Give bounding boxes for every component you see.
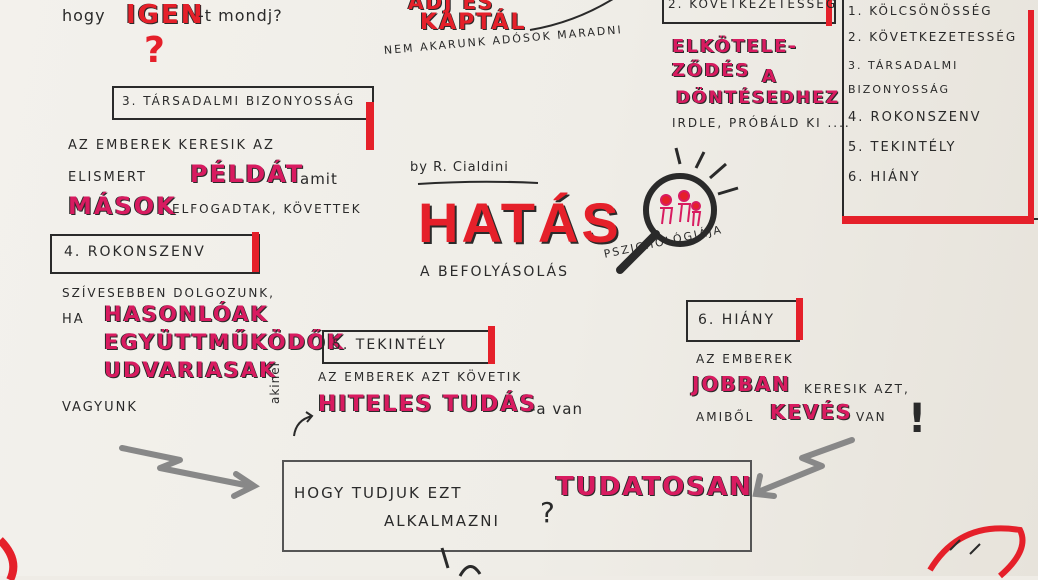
section6-line3-mag: KEVÉS xyxy=(770,400,853,424)
list-item: 6. HIÁNY xyxy=(848,170,921,185)
section5-title-bar xyxy=(488,326,495,364)
section6-line3-post: VAN xyxy=(856,410,887,424)
left-arrow-icon xyxy=(119,445,260,499)
center-title: HATÁS xyxy=(418,191,622,254)
section4-line3-mag: EGYÜTTMŰKÖDŐK xyxy=(104,330,346,354)
section3-line2-post: amit xyxy=(300,170,338,188)
list-item: 5. TEKINTÉLY xyxy=(848,140,957,155)
section4-line5: VAGYUNK xyxy=(62,400,138,415)
section4-line2-mag: HASONLÓAK xyxy=(104,302,269,326)
top-igen-rest: -t mondj? xyxy=(198,6,283,25)
commitment-line2b: A xyxy=(762,66,778,87)
center-sub1: A BEFOLYÁSOLÁS xyxy=(420,264,570,280)
center-author: by R. Cialdini xyxy=(410,160,509,175)
bottom-line1-pre: HOGY TUDJUK EZT xyxy=(294,484,463,502)
section5-line2-mag: HITELES TUDÁS xyxy=(318,392,538,417)
section5-line2-post: -a van xyxy=(530,400,583,418)
section3-line2-pre: ELISMERT xyxy=(68,170,148,185)
commitment-line1: ELKÖTELE- xyxy=(672,36,799,57)
section4-line4-mag: UDVARIASAK xyxy=(104,358,278,382)
section3-line2-mag: PÉLDÁT xyxy=(190,160,305,188)
section5-akinel: akinél xyxy=(268,362,282,404)
section3-line3-post: ELFOGADTAK, KÖVETTEK xyxy=(172,202,362,216)
section5-title: 5. TEKINTÉLY xyxy=(332,337,447,353)
section3-title: 3. TÁRSADALMI BIZONYOSSÁG xyxy=(122,94,356,108)
section3-line3-mag: MÁSOK xyxy=(68,192,177,220)
section4-title-bar xyxy=(252,232,259,272)
commitment-line4: IRDLE, PRÓBÁLD KI .... xyxy=(672,116,851,130)
top-arc xyxy=(529,0,614,31)
bottom-qmark: ? xyxy=(540,496,557,529)
center-author-underline xyxy=(417,180,539,185)
section6-line3-pre: AMIBŐL xyxy=(696,410,755,424)
section6-line2-post: KERESIK AZT, xyxy=(804,382,910,396)
principles-list-bar-bottom xyxy=(842,216,1034,224)
section6-title: 6. HIÁNY xyxy=(698,312,776,328)
bottom-line2: ALKALMAZNI xyxy=(384,512,500,530)
section4-line2-pre: HA xyxy=(62,312,85,327)
bottom-deco-left xyxy=(0,537,18,580)
commitment-line2: ZŐDÉS xyxy=(672,60,751,81)
section5-line1: AZ EMBEREK AZT KÖVETIK xyxy=(318,370,523,384)
list-item: 3. TÁRSADALMI BIZONYOSSÁG xyxy=(848,59,959,96)
bottom-line1-mag: TUDATOSAN xyxy=(556,472,753,502)
top-igen: IGEN xyxy=(126,0,205,30)
section3-line1: AZ EMBEREK KERESIK AZ xyxy=(68,138,275,153)
section6-line1: AZ EMBEREK xyxy=(696,352,794,366)
list-item: 4. ROKONSZENV xyxy=(848,110,982,125)
right-arrow-icon xyxy=(752,437,855,499)
top-hogy: hogy xyxy=(62,6,106,25)
top-kaptal: KAPTÁL xyxy=(420,10,527,35)
magnifier-icon xyxy=(616,147,739,274)
list-item: 1. KÖLCSÖNÖSSÉG xyxy=(848,4,993,18)
list-item: 2. KÖVETKEZETESSÉG xyxy=(848,30,1018,44)
principles-list: 1. KÖLCSÖNÖSSÉG 2. KÖVETKEZETESSÉG 3. TÁ… xyxy=(848,4,1036,200)
commitment-line3: DÖNTÉSEDHEZ xyxy=(676,88,841,108)
top-question-mark: ? xyxy=(144,30,165,71)
section6-title-bar xyxy=(796,298,803,340)
box-kovetkezetesseg-label: 2. KÖVETKEZETESSÉG xyxy=(668,0,838,11)
section3-title-bar xyxy=(366,102,374,150)
bottom-pointer xyxy=(440,547,482,577)
section4-title: 4. ROKONSZENV xyxy=(64,244,206,260)
section6-line2-mag: JOBBAN xyxy=(692,372,792,396)
bottom-deco-right xyxy=(927,525,1026,579)
section4-line1: SZÍVESEBBEN DOLGOZUNK, xyxy=(62,286,275,300)
section6-excl: ! xyxy=(908,396,929,442)
